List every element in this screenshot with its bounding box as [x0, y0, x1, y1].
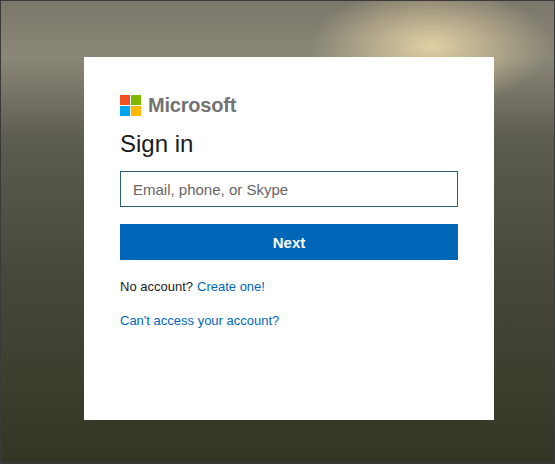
background-photo: Microsoft Sign in Next No account? Creat…: [1, 1, 554, 463]
signup-prompt: No account?: [120, 278, 193, 296]
signup-row: No account? Create one!: [120, 278, 458, 296]
cant-access-link[interactable]: Can't access your account?: [120, 313, 279, 328]
account-input[interactable]: [120, 171, 458, 207]
heading: Sign in: [120, 129, 458, 159]
sign-in-card: Microsoft Sign in Next No account? Creat…: [84, 57, 494, 420]
sign-in-page: Microsoft Sign in Next No account? Creat…: [0, 0, 555, 464]
microsoft-logo-icon: [120, 95, 141, 116]
next-button[interactable]: Next: [120, 224, 458, 260]
create-account-link[interactable]: Create one!: [197, 278, 265, 296]
help-row: Can't access your account?: [120, 312, 458, 330]
brand-name: Microsoft: [148, 94, 236, 117]
brand: Microsoft: [120, 93, 458, 117]
